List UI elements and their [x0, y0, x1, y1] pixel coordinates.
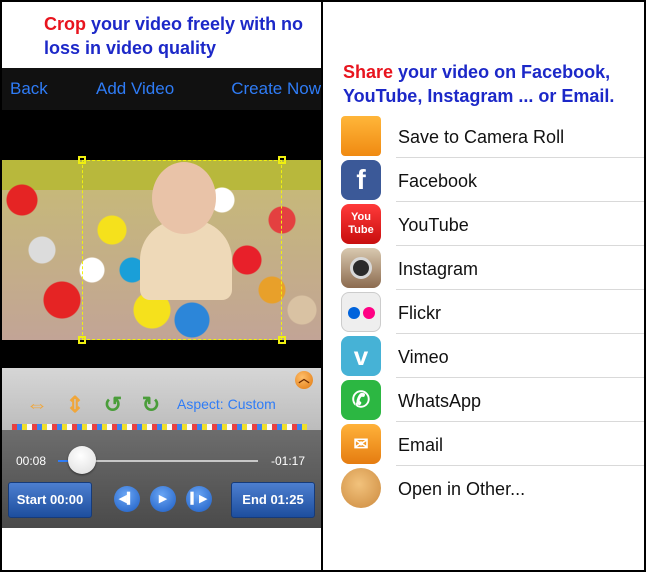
previous-frame-icon[interactable]: ◀▍ [114, 486, 140, 512]
crop-handle-bottom-right[interactable] [278, 336, 286, 344]
timeline-controls: 00:08 -01:17 Start 00:00 ◀▍ ▶ ▍▶ End 01:… [2, 430, 321, 528]
crop-rectangle[interactable] [78, 156, 286, 344]
share-item-label: WhatsApp [398, 391, 482, 411]
share-item-email[interactable]: ✉ Email [339, 422, 644, 466]
share-item-whatsapp[interactable]: ✆ WhatsApp [339, 378, 644, 422]
share-screen: Share your video on Facebook, YouTube, I… [323, 2, 644, 570]
create-now-button[interactable]: Create Now [231, 79, 321, 99]
flip-vertical-icon[interactable]: ⇕ [62, 392, 88, 418]
nav-bar: Back Add Video Create Now [2, 68, 321, 110]
share-item-label: Instagram [398, 259, 479, 279]
share-item-youtube[interactable]: You Tube YouTube [339, 202, 644, 246]
vimeo-icon: v [341, 336, 381, 376]
whatsapp-icon: ✆ [341, 380, 381, 420]
share-item-instagram[interactable]: Instagram [339, 246, 644, 290]
rotate-right-icon[interactable]: ↻ [138, 392, 164, 418]
facebook-icon: f [341, 160, 381, 200]
instagram-icon [341, 248, 381, 288]
email-icon: ✉ [341, 424, 381, 464]
crop-handle-bottom-left[interactable] [78, 336, 86, 344]
youtube-icon: You Tube [341, 204, 381, 244]
aspect-ratio-button[interactable]: Aspect: Custom [177, 396, 276, 412]
share-item-label: Flickr [398, 303, 441, 323]
remaining-time: -01:17 [270, 454, 305, 468]
current-time: 00:08 [16, 454, 47, 468]
share-item-label: YouTube [398, 215, 469, 235]
chevron-up-icon[interactable]: ︿ [295, 371, 313, 389]
end-time-button[interactable]: End 01:25 [231, 482, 315, 518]
rotate-left-icon[interactable]: ↺ [100, 392, 126, 418]
crop-handle-top-right[interactable] [278, 156, 286, 164]
start-time-button[interactable]: Start 00:00 [8, 482, 92, 518]
share-item-flickr[interactable]: Flickr [339, 290, 644, 334]
crop-promo-text: Crop your video freely with no loss in v… [44, 12, 314, 60]
share-highlight: Share [343, 62, 394, 82]
share-item-camera-roll[interactable]: Save to Camera Roll [339, 114, 644, 158]
share-item-label: Save to Camera Roll [398, 127, 565, 147]
crop-handle-top-left[interactable] [78, 156, 86, 164]
scrubber-thumb[interactable] [68, 446, 96, 474]
flip-horizontal-icon[interactable]: ⇔ [24, 392, 50, 418]
share-item-label: Email [398, 435, 444, 455]
flickr-icon [341, 292, 381, 332]
share-promo-text: Share your video on Facebook, YouTube, I… [343, 60, 633, 108]
open-in-other-icon [341, 468, 381, 508]
add-video-button[interactable]: Add Video [96, 79, 174, 99]
crop-screen: Crop your video freely with no loss in v… [2, 2, 321, 570]
share-item-vimeo[interactable]: v Vimeo [339, 334, 644, 378]
share-item-facebook[interactable]: f Facebook [339, 158, 644, 202]
promo-highlight: Crop [44, 14, 86, 34]
share-item-label: Facebook [398, 171, 478, 191]
folder-icon [341, 116, 381, 156]
back-button[interactable]: Back [10, 79, 48, 99]
crop-toolbar: ︿ ⇔ ⇕ ↺ ↻ Aspect: Custom [2, 368, 321, 430]
video-preview [2, 110, 321, 368]
share-item-label: Vimeo [398, 347, 449, 367]
next-frame-icon[interactable]: ▍▶ [186, 486, 212, 512]
share-item-open-in-other[interactable]: Open in Other... [339, 466, 644, 510]
play-icon[interactable]: ▶ [150, 486, 176, 512]
share-item-label: Open in Other... [398, 479, 526, 499]
share-list: Save to Camera Roll f Facebook You Tube Y… [339, 114, 644, 510]
